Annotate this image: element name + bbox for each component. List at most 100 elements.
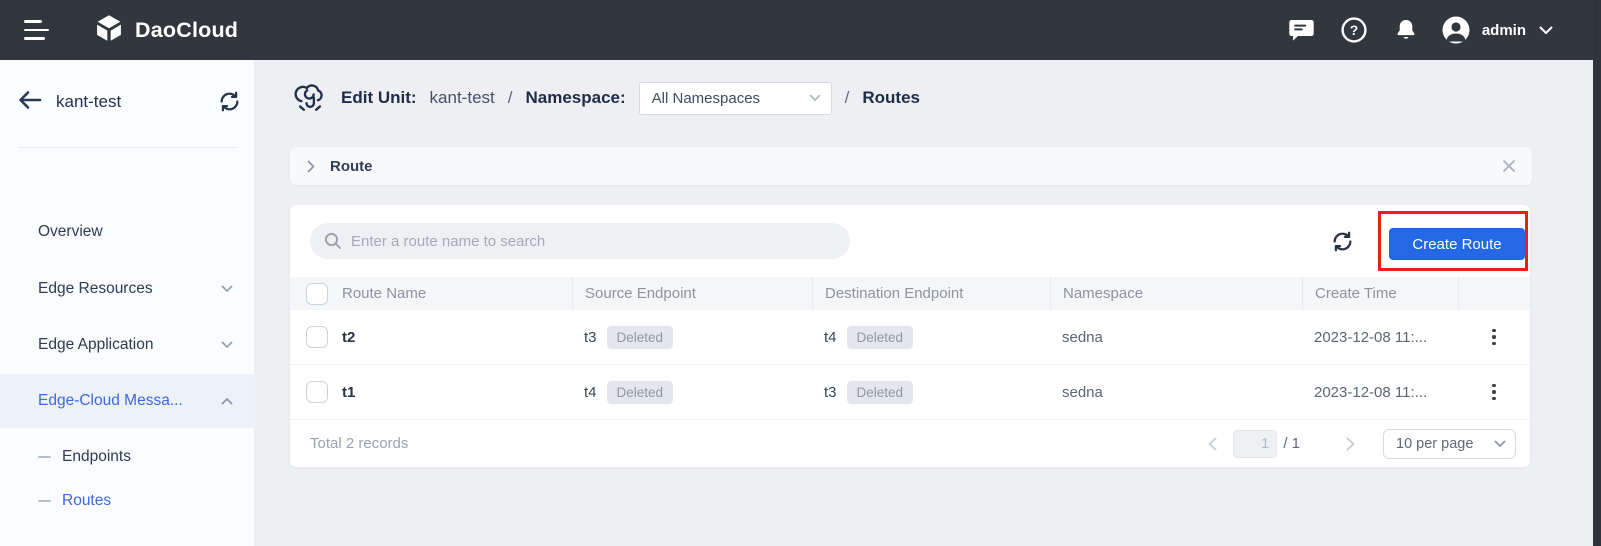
create-time-value: 2023-12-08 11:... bbox=[1314, 328, 1428, 346]
create-route-button[interactable]: Create Route bbox=[1389, 228, 1525, 260]
source-endpoint-cell: t4 Deleted bbox=[572, 380, 812, 404]
back-button[interactable] bbox=[18, 90, 42, 115]
page-total: / 1 bbox=[1283, 435, 1300, 452]
dash-icon bbox=[38, 455, 51, 459]
edit-unit-label: Edit Unit: bbox=[341, 88, 417, 107]
chevron-right-icon bbox=[307, 160, 315, 173]
create-time-value: 2023-12-08 11:... bbox=[1314, 383, 1428, 401]
message-icon bbox=[1289, 19, 1315, 41]
sidebar-item-app-mesh[interactable]: App Mesh bbox=[0, 535, 255, 546]
prev-page-button[interactable] bbox=[1208, 437, 1217, 451]
sidebar-item-routes[interactable]: Routes bbox=[0, 479, 255, 523]
sidebar: kant-test Overview Edge Resources Edge A… bbox=[0, 60, 255, 546]
next-page-button[interactable] bbox=[1346, 437, 1355, 451]
chevron-down-icon bbox=[221, 285, 233, 292]
row-checkbox[interactable] bbox=[306, 381, 328, 403]
help-icon: ? bbox=[1341, 17, 1367, 43]
refresh-button[interactable] bbox=[1331, 230, 1354, 258]
select-all-checkbox[interactable] bbox=[306, 282, 328, 305]
row-actions-menu[interactable] bbox=[1484, 324, 1504, 351]
route-name: t1 bbox=[342, 383, 356, 401]
search-box bbox=[310, 223, 850, 259]
close-icon[interactable] bbox=[1502, 159, 1516, 173]
messages-button[interactable] bbox=[1288, 16, 1316, 44]
brand-logo[interactable]: DaoCloud bbox=[92, 0, 238, 60]
status-badge: Deleted bbox=[846, 380, 914, 404]
refresh-icon bbox=[1333, 231, 1352, 252]
row-actions-menu[interactable] bbox=[1484, 379, 1504, 406]
source-endpoint-cell: t3 Deleted bbox=[572, 325, 812, 349]
destination-endpoint-cell: t3 Deleted bbox=[812, 380, 1050, 404]
breadcrumb-separator: / bbox=[507, 88, 513, 107]
user-menu[interactable]: admin bbox=[1440, 14, 1553, 46]
brand-name: DaoCloud bbox=[135, 17, 239, 42]
menu-toggle-icon[interactable] bbox=[24, 20, 50, 40]
chevron-left-icon bbox=[1208, 437, 1217, 450]
namespace-value: All Namespaces bbox=[651, 89, 761, 107]
search-icon bbox=[324, 232, 341, 249]
destination-endpoint: t4 bbox=[824, 328, 837, 346]
chevron-right-icon bbox=[1346, 437, 1355, 450]
back-arrow-icon bbox=[19, 91, 42, 109]
table-row: t1 t4 Deleted t3 Deleted sedna 2023-12-0… bbox=[290, 365, 1530, 420]
per-page-value: 10 per page bbox=[1396, 435, 1474, 452]
namespace-label: Namespace: bbox=[525, 88, 626, 107]
chevron-down-icon bbox=[1539, 26, 1553, 34]
avatar-icon bbox=[1442, 16, 1470, 44]
sidebar-item-overview[interactable]: Overview bbox=[0, 210, 255, 254]
namespace-value: sedna bbox=[1062, 383, 1103, 401]
sidebar-header: kant-test bbox=[0, 60, 254, 147]
daocloud-cube-icon bbox=[97, 15, 121, 41]
namespace-select[interactable]: All Namespaces bbox=[638, 81, 832, 115]
column-route-name: Route Name bbox=[342, 285, 427, 302]
routes-panel: Create Route Route Name Source Endpoint … bbox=[290, 205, 1530, 467]
chevron-down-icon bbox=[221, 341, 233, 348]
sidebar-item-edge-resources[interactable]: Edge Resources bbox=[0, 267, 255, 311]
breadcrumb: Edit Unit: kant-test / Namespace: All Na… bbox=[292, 75, 920, 121]
route-collapse-bar[interactable]: Route bbox=[290, 147, 1532, 185]
table-header: Route Name Source Endpoint Destination E… bbox=[290, 277, 1530, 310]
row-checkbox[interactable] bbox=[306, 326, 328, 348]
window-edge-strip bbox=[1593, 0, 1601, 546]
source-endpoint: t4 bbox=[584, 383, 597, 401]
page-number-input[interactable]: 1 bbox=[1233, 429, 1278, 458]
edge-unit-icon bbox=[294, 84, 323, 111]
header-checkbox-cell bbox=[290, 282, 330, 305]
dash-icon bbox=[38, 499, 51, 503]
annotation-highlight-box: Create Route bbox=[1378, 211, 1528, 271]
unit-title: kant-test bbox=[56, 92, 122, 111]
column-destination-endpoint: Destination Endpoint bbox=[812, 277, 1050, 310]
status-badge: Deleted bbox=[606, 380, 674, 404]
sidebar-item-edge-cloud-message[interactable]: Edge-Cloud Messa... bbox=[0, 374, 255, 428]
destination-endpoint-cell: t4 Deleted bbox=[812, 325, 1050, 349]
pagination: 1 / 1 10 per page bbox=[1208, 428, 1516, 459]
chevron-up-icon bbox=[221, 398, 233, 405]
breadcrumb-separator: / bbox=[844, 88, 850, 107]
sidebar-item-endpoints[interactable]: Endpoints bbox=[0, 435, 255, 479]
total-records: Total 2 records bbox=[310, 435, 409, 452]
username: admin bbox=[1481, 21, 1526, 39]
column-namespace: Namespace bbox=[1050, 277, 1302, 310]
help-button[interactable]: ? bbox=[1340, 16, 1368, 44]
switch-unit-button[interactable] bbox=[218, 90, 241, 118]
namespace-value: sedna bbox=[1062, 328, 1103, 346]
destination-endpoint: t3 bbox=[824, 383, 837, 401]
header-actions: ? admin bbox=[1264, 0, 1553, 60]
unit-name: kant-test bbox=[429, 88, 495, 107]
status-badge: Deleted bbox=[846, 325, 914, 349]
daocloud-console: DaoCloud ? admin kant-test Overview Edge… bbox=[0, 0, 1601, 546]
status-badge: Deleted bbox=[606, 325, 674, 349]
notifications-button[interactable] bbox=[1392, 16, 1420, 44]
sync-icon bbox=[220, 91, 239, 112]
search-input[interactable] bbox=[351, 232, 836, 250]
divider bbox=[18, 147, 237, 148]
table-footer: Total 2 records 1 / 1 10 per page bbox=[290, 420, 1530, 467]
per-page-select[interactable]: 10 per page bbox=[1383, 428, 1516, 459]
svg-text:?: ? bbox=[1350, 22, 1359, 38]
chevron-down-icon bbox=[809, 94, 820, 101]
table-row: t2 t3 Deleted t4 Deleted sedna 2023-12-0… bbox=[290, 310, 1530, 365]
bell-icon bbox=[1397, 20, 1415, 39]
chevron-down-icon bbox=[1494, 440, 1506, 447]
sidebar-item-edge-application[interactable]: Edge Application bbox=[0, 323, 255, 367]
column-actions bbox=[1458, 277, 1530, 310]
